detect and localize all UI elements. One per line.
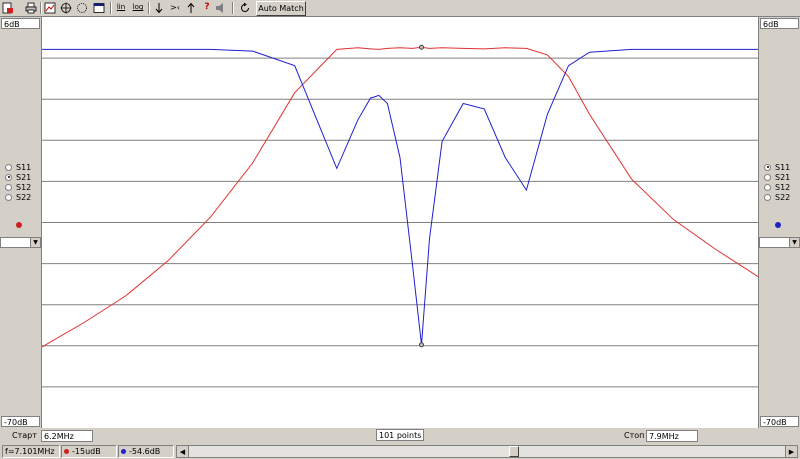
- radio-circle: [5, 173, 12, 181]
- red-dot-icon: [64, 449, 69, 454]
- right-radio-s21[interactable]: S21: [764, 172, 790, 182]
- scroll-thumb[interactable]: [509, 446, 519, 457]
- arrow-in-icon[interactable]: >‹: [168, 1, 182, 14]
- circle-icon[interactable]: [75, 1, 89, 14]
- speaker-icon[interactable]: [214, 1, 228, 14]
- auto-match-button[interactable]: Auto Match: [256, 1, 306, 16]
- start-label: Старт: [12, 431, 37, 440]
- right-radio-s22[interactable]: S22: [764, 192, 790, 202]
- red-trace-marker-icon: [16, 222, 22, 228]
- left-panel: 6dB S11 S21 S12 S22 ▼ -70dB: [0, 17, 41, 428]
- stop-label: Стоп: [624, 431, 645, 440]
- blue-trace-readout: -54.6dB: [118, 445, 174, 458]
- window-icon[interactable]: [92, 1, 106, 14]
- frequency-scrollbar[interactable]: ◀ ▶: [176, 445, 798, 458]
- chevron-down-icon[interactable]: ▼: [30, 238, 40, 247]
- radio-circle: [5, 193, 12, 201]
- log-icon[interactable]: log: [131, 1, 145, 14]
- radio-circle: [764, 173, 771, 181]
- help-query-icon[interactable]: ?: [200, 1, 214, 14]
- response-chart[interactable]: [41, 17, 759, 428]
- chart-icon[interactable]: [43, 1, 57, 14]
- print-icon[interactable]: [24, 1, 38, 14]
- radio-circle: [764, 163, 771, 171]
- marker-points: [418, 44, 424, 348]
- frequency-readout: f=7.101MHz: [2, 445, 60, 458]
- arrow-up-icon[interactable]: [184, 1, 198, 14]
- left-bottom-scale[interactable]: -70dB: [1, 416, 40, 427]
- left-radio-s21[interactable]: S21: [5, 172, 31, 182]
- left-radio-s11[interactable]: S11: [5, 162, 31, 172]
- plot-area[interactable]: [41, 17, 759, 428]
- chevron-down-icon[interactable]: ▼: [789, 238, 799, 247]
- stop-frequency-input[interactable]: 7.9MHz: [646, 430, 698, 442]
- red-trace-readout: -15udB: [61, 445, 117, 458]
- scroll-right-icon[interactable]: ▶: [785, 446, 797, 457]
- refresh-icon[interactable]: [238, 1, 252, 14]
- right-radio-s12[interactable]: S12: [764, 182, 790, 192]
- left-trace-select[interactable]: ▼: [0, 237, 41, 248]
- left-radio-s12[interactable]: S12: [5, 182, 31, 192]
- scroll-left-icon[interactable]: ◀: [177, 446, 189, 457]
- left-top-scale[interactable]: 6dB: [1, 18, 40, 29]
- start-frequency-input[interactable]: 6.2MHz: [41, 430, 93, 442]
- grid-lines: [42, 57, 758, 388]
- radio-circle: [764, 183, 771, 191]
- marker-point[interactable]: [418, 44, 424, 50]
- right-trace-select[interactable]: ▼: [759, 237, 800, 248]
- radio-circle: [5, 183, 12, 191]
- toolbar: lin log >‹ ? Auto Match: [0, 0, 800, 17]
- crosshair-icon[interactable]: [59, 1, 73, 14]
- arrow-down-icon[interactable]: [152, 1, 166, 14]
- open-red-icon[interactable]: [1, 1, 15, 14]
- points-input[interactable]: 101 points: [376, 429, 424, 441]
- sweep-bar: Старт 6.2MHz 101 points Стоп 7.9MHz: [0, 429, 800, 443]
- blue-dot-icon: [121, 449, 126, 454]
- status-bar: f=7.101MHz -15udB -54.6dB ◀ ▶: [0, 444, 800, 459]
- traces: [41, 46, 759, 348]
- radio-circle: [5, 163, 12, 171]
- right-bottom-scale[interactable]: -70dB: [760, 416, 799, 427]
- right-panel: 6dB S11 S21 S12 S22 ▼ -70dB: [759, 17, 800, 428]
- right-radio-s11[interactable]: S11: [764, 162, 790, 172]
- lin-icon[interactable]: lin: [114, 1, 128, 14]
- right-top-scale[interactable]: 6dB: [760, 18, 799, 29]
- blue-trace-marker-icon: [775, 222, 781, 228]
- left-radio-s22[interactable]: S22: [5, 192, 31, 202]
- marker-point[interactable]: [418, 342, 424, 348]
- trace-line-0: [41, 46, 759, 348]
- radio-circle: [764, 193, 771, 201]
